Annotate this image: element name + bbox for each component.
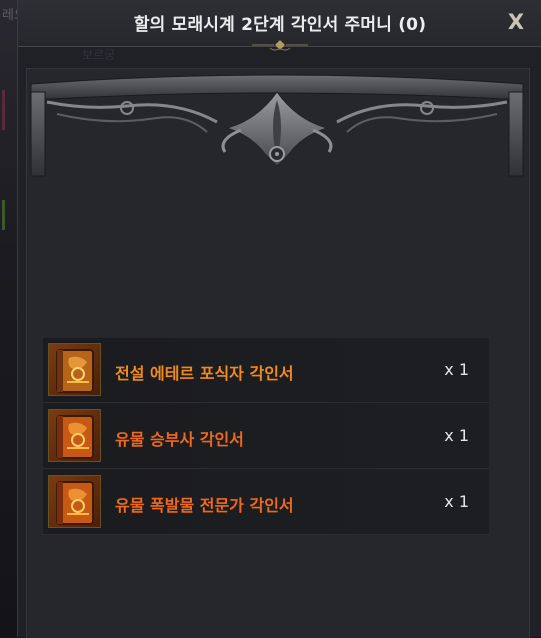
title-bar[interactable]: 할의 모래시계 2단계 각인서 주머니 (0) X (18, 0, 541, 51)
background-stripe (2, 90, 5, 130)
item-quantity: x 1 (444, 426, 469, 445)
list-item[interactable]: 유물 폭발물 전문가 각인서 x 1 (43, 470, 489, 535)
background-stripe (2, 200, 5, 230)
list-item[interactable]: 유물 승부사 각인서 x 1 (43, 404, 489, 469)
item-quantity: x 1 (444, 360, 469, 379)
close-button[interactable]: X (504, 8, 528, 36)
book-icon (48, 475, 101, 528)
background-strip (0, 0, 18, 637)
book-icon (48, 343, 101, 396)
list-item[interactable]: 전설 에테르 포식자 각인서 x 1 (43, 338, 489, 403)
window-title: 할의 모래시계 2단계 각인서 주머니 (0) (133, 15, 427, 35)
ornate-frame-decoration (30, 74, 524, 177)
item-name: 유물 승부사 각인서 (115, 430, 244, 449)
background-text: 보르궁 (82, 48, 116, 62)
item-name: 전설 에테르 포식자 각인서 (115, 364, 294, 383)
item-quantity: x 1 (444, 492, 469, 511)
title-ornament-icon (252, 40, 308, 51)
item-name: 유물 폭발물 전문가 각인서 (115, 496, 294, 515)
book-icon (48, 409, 101, 462)
engraving-pouch-window: 할의 모래시계 2단계 각인서 주머니 (0) X 보르궁 전설 에테르 포식자… (17, 0, 541, 638)
item-list: 전설 에테르 포식자 각인서 x 1 유물 승부사 각인서 x 1 유물 폭발물… (43, 338, 489, 535)
